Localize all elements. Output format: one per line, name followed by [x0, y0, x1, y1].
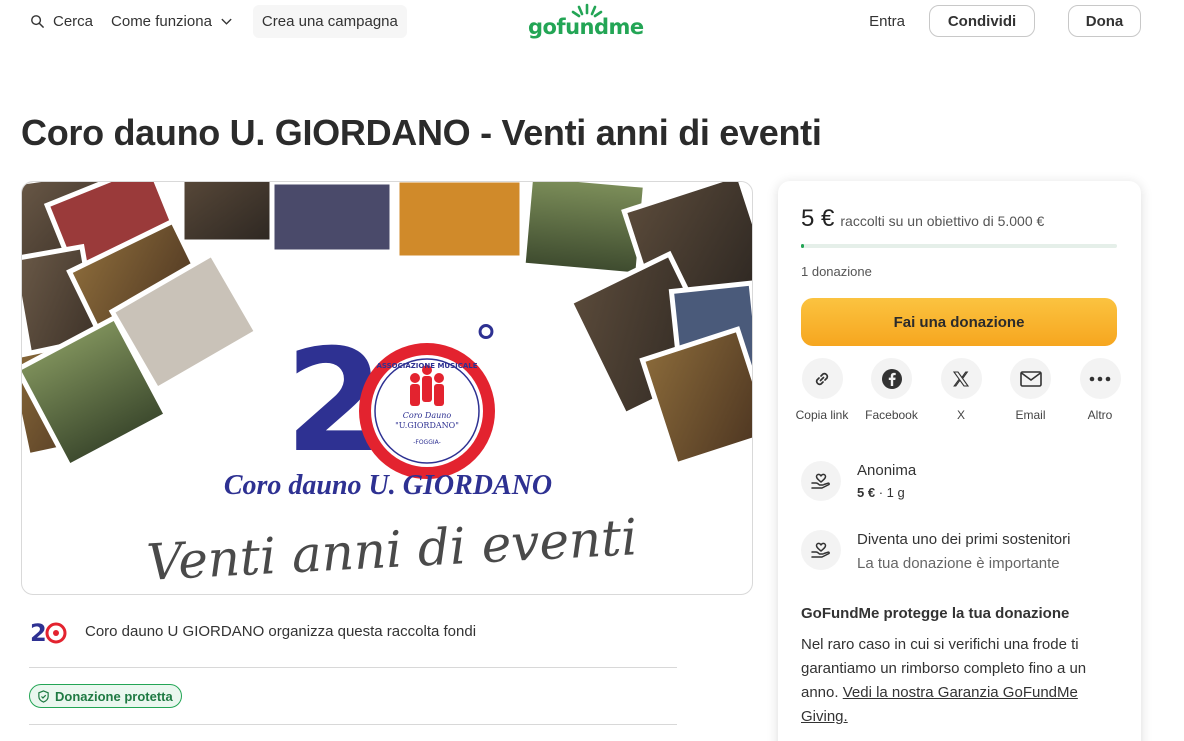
svg-text:2: 2: [30, 619, 47, 645]
share-circle: [1010, 358, 1051, 399]
campaign-hero-image[interactable]: 20 ASSOCIAZIONE MUSICALE Coro Dauno "U.G…: [21, 181, 753, 595]
hero-artwork: 20 ASSOCIAZIONE MUSICALE Coro Dauno "U.G…: [22, 182, 752, 592]
donor-meta: 5 € · 1 g: [857, 485, 916, 500]
shield-icon: [38, 689, 49, 703]
donor-name: Anonima: [857, 462, 917, 479]
donor-info: Anonima 5 € · 1 g: [857, 461, 916, 501]
nav-right: Entra Condividi Dona: [869, 5, 1141, 37]
donor-amount: 5 €: [857, 485, 876, 500]
seal-top-text: ASSOCIAZIONE MUSICALE: [376, 362, 477, 370]
search-label: Cerca: [53, 12, 94, 30]
create-campaign-button[interactable]: Crea una campagna: [252, 4, 407, 38]
supporter-avatar: [801, 530, 841, 570]
protected-badge-label: Donazione protetta: [55, 688, 173, 704]
raised-summary: 5 € raccolti su un obiettivo di 5.000 €: [801, 205, 1044, 233]
how-it-works-menu[interactable]: Come funziona: [111, 13, 233, 30]
seal-name-2: "U.GIORDANO": [395, 421, 459, 430]
share-email[interactable]: Email: [1003, 358, 1059, 423]
heart-hand-icon: [811, 473, 830, 489]
facebook-icon: [881, 368, 902, 389]
donations-count: 1 donazione: [801, 264, 872, 279]
page-title: Coro dauno U. GIORDANO - Venti anni di e…: [21, 112, 822, 153]
chevron-down-icon: [221, 18, 232, 25]
donor-time: 1 g: [886, 485, 905, 500]
search-button[interactable]: Cerca: [30, 13, 93, 30]
organizer-text: Coro dauno U GIORDANO organizza questa r…: [85, 622, 477, 640]
search-icon: [31, 14, 44, 28]
share-copy-link[interactable]: Copia link: [794, 358, 850, 423]
share-circle: [871, 358, 912, 399]
guarantee-link[interactable]: Vedi la nostra Garanzia GoFundMe Giving.: [801, 684, 1078, 725]
donation-card: 5 € raccolti su un obiettivo di 5.000 € …: [778, 181, 1141, 741]
seal-name-1: Coro Dauno: [403, 411, 452, 420]
divider: [29, 667, 677, 668]
supporter-title: Diventa uno dei primi sostenitori: [857, 531, 1071, 548]
protected-donation-badge[interactable]: Donazione protetta: [29, 684, 182, 708]
link-icon: [815, 372, 829, 385]
share-label: Email: [1015, 408, 1046, 422]
share-button[interactable]: Condividi: [929, 5, 1035, 37]
nav-left: Cerca Come funziona Crea una campagna: [30, 4, 425, 38]
gofundme-logo[interactable]: gofundme: [526, 3, 644, 39]
share-circle: [801, 358, 843, 399]
divider: [29, 724, 677, 725]
supporter-subtitle: La tua donazione è importante: [857, 555, 1060, 572]
donate-button[interactable]: Fai una donazione: [801, 298, 1117, 346]
hero-degree: °: [474, 316, 498, 372]
share-options: Copia link Facebook X Email Altro: [794, 358, 1128, 423]
raised-amount: 5 €: [801, 205, 835, 232]
hero-tagline: Venti anni di eventi: [145, 508, 638, 592]
choir-seal: ASSOCIAZIONE MUSICALE Coro Dauno "U.GIOR…: [359, 343, 495, 479]
top-nav: Cerca Come funziona Crea una campagna go…: [0, 0, 1184, 42]
x-icon: [952, 370, 970, 387]
heart-hand-icon: [811, 542, 830, 558]
share-facebook[interactable]: Facebook: [864, 358, 920, 423]
email-icon: [1019, 370, 1042, 387]
share-circle: [940, 358, 982, 399]
more-icon: [1089, 376, 1111, 381]
progress-bar: [801, 244, 1117, 248]
meta-separator: ·: [878, 485, 887, 500]
protection-text: Nel raro caso in cui si verifichi una fr…: [801, 633, 1101, 729]
seal-city: -FOGGIA-: [413, 439, 441, 446]
share-x[interactable]: X: [933, 358, 989, 423]
create-campaign-label: Crea una campagna: [261, 12, 398, 30]
how-it-works-label: Come funziona: [111, 12, 212, 30]
share-more[interactable]: Altro: [1072, 358, 1128, 423]
organizer-avatar: 2: [30, 619, 67, 645]
raised-goal: raccolti su un obiettivo di 5.000 €: [840, 213, 1045, 229]
share-label: Facebook: [865, 408, 918, 422]
progress-fill: [801, 244, 805, 248]
share-label: X: [956, 408, 965, 422]
donor-item: Anonima 5 € · 1 g: [801, 461, 916, 501]
share-label: Copia link: [795, 408, 849, 422]
first-supporter-prompt: Diventa uno dei primi sostenitori La tua…: [801, 530, 1070, 572]
hero-choir-name: Coro dauno U. GIORDANO: [224, 470, 552, 501]
login-link[interactable]: Entra: [869, 13, 905, 30]
share-label: Altro: [1087, 408, 1113, 422]
donate-header-button[interactable]: Dona: [1068, 5, 1141, 37]
donor-avatar: [801, 461, 841, 501]
protection-title: GoFundMe protegge la tua donazione: [801, 605, 1070, 622]
share-circle: [1079, 358, 1121, 399]
logo-wordmark: gofundme: [528, 15, 644, 39]
organizer-row[interactable]: 2 Coro dauno U GIORDANO organizza questa…: [30, 617, 476, 645]
supporter-info: Diventa uno dei primi sostenitori La tua…: [857, 530, 1070, 572]
